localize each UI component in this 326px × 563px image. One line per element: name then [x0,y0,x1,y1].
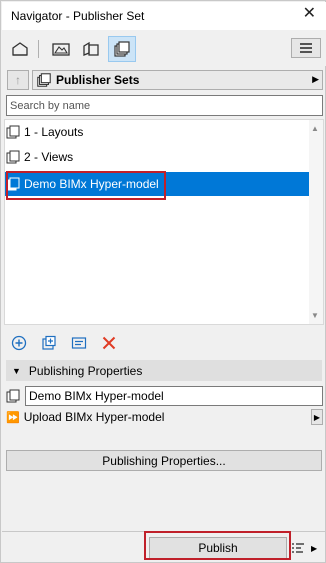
close-icon[interactable]: ✕ [303,6,316,22]
caret-right-icon: ▶ [311,543,318,553]
scroll-down-icon[interactable]: ▼ [311,311,319,320]
add-folder-icon [42,335,56,350]
window-title: Navigator - Publisher Set [11,9,145,23]
project-map-button[interactable] [6,36,34,62]
navigation-row: ↑ Publisher Sets ▶ [2,68,326,92]
view-map-icon [52,43,70,56]
tree-item-label: 2 - Views [24,150,74,164]
publish-button[interactable]: Publish [149,537,287,559]
publisher-set-icon [6,176,22,192]
navigator-panel: Navigator - Publisher Set ✕ ↑ Publisher … [0,0,326,563]
navigator-toolbar [2,30,326,66]
delete-button[interactable] [94,331,124,355]
up-arrow-icon: ↑ [15,73,21,87]
settings-icon [71,337,87,349]
tree-item-layouts[interactable]: 1 - Layouts [5,120,310,144]
delete-x-icon [102,336,116,350]
tree-item-label: Demo BIMx Hyper-model [24,177,159,191]
publishing-properties-button[interactable]: Publishing Properties... [6,450,322,471]
tree-item-views[interactable]: 2 - Views [5,145,310,169]
up-button[interactable]: ↑ [7,70,29,90]
toolbar-separator [38,40,39,58]
publishing-properties-header[interactable]: ▼ Publishing Properties [6,360,322,381]
method-menu-button[interactable]: ▶ [311,409,323,425]
settings-button[interactable] [64,331,94,355]
publisher-set-tree: 1 - Layouts 2 - Views Demo BIMx Hyper-mo… [4,119,324,325]
set-actions-bar [2,329,326,357]
publisher-set-icon [6,388,22,407]
new-publisher-set-button[interactable] [4,331,34,355]
publisher-sets-icon [37,73,51,87]
publisher-sets-button[interactable] [108,36,136,62]
set-name-row: Demo BIMx Hyper-model [6,386,323,406]
set-name-value: Demo BIMx Hyper-model [29,389,164,403]
tree-item-label: 1 - Layouts [24,125,84,139]
section-title: Publishing Properties [28,363,143,378]
publish-method-row: ⏩ Upload BIMx Hyper-model ▶ [6,408,323,426]
options-menu-button[interactable] [291,38,321,58]
fast-forward-icon: ⏩ [6,411,20,424]
layout-book-icon [83,41,99,56]
project-map-icon [12,42,28,56]
layout-book-button[interactable] [77,36,105,62]
bottom-divider [2,531,326,532]
caret-right-icon: ▶ [312,74,319,84]
dropdown-label: Publisher Sets [56,73,140,87]
collapse-triangle-icon[interactable]: ▼ [12,366,21,376]
view-map-button[interactable] [47,36,75,62]
publisher-sets-icon [114,41,130,57]
new-folder-button[interactable] [34,331,64,355]
title-bar: Navigator - Publisher Set ✕ [2,2,326,30]
publish-options-button[interactable]: ▶ [291,538,321,558]
menu-icon [300,43,312,53]
publish-method-label: Upload BIMx Hyper-model [23,410,165,424]
vertical-scrollbar[interactable]: ▲ ▼ [309,120,323,324]
set-name-field[interactable]: Demo BIMx Hyper-model [25,386,323,406]
options-list-icon [292,543,304,553]
add-circle-icon [11,335,27,351]
scroll-up-icon[interactable]: ▲ [311,124,319,133]
publisher-sets-dropdown[interactable]: Publisher Sets ▶ [32,70,323,90]
publisher-set-icon [6,149,22,165]
tree-item-demo-bimx[interactable]: Demo BIMx Hyper-model [5,172,310,196]
search-input[interactable] [6,95,323,116]
publisher-set-icon [6,124,22,140]
